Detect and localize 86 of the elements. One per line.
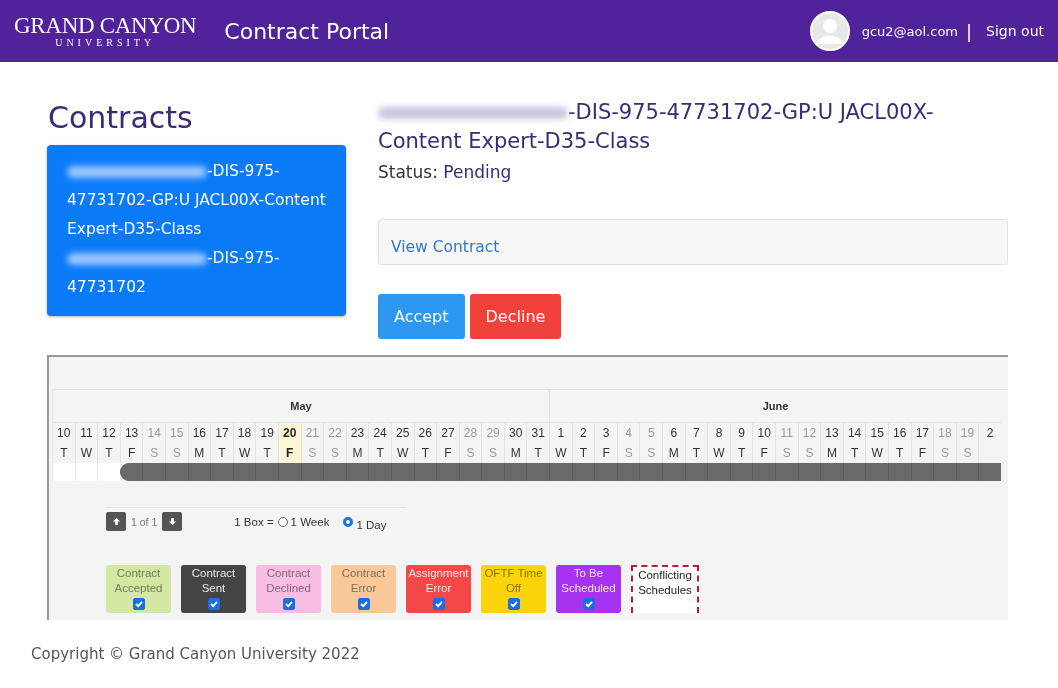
logo-wordmark: GRAND CANYON — [14, 14, 197, 37]
arrow-down-icon — [167, 517, 177, 526]
contract-list-item[interactable]: -DIS-975-47731702 — [67, 244, 330, 302]
day-number: 10 — [752, 422, 775, 443]
day-number: 8 — [707, 422, 730, 443]
day-number: 31 — [526, 422, 550, 443]
decline-button[interactable]: Decline — [469, 294, 562, 339]
day-number: 16 — [887, 422, 911, 443]
day-number: 7 — [684, 422, 708, 443]
status-value: Pending — [443, 162, 512, 182]
day-number: 29 — [481, 422, 504, 443]
user-email: gcu2@aol.com — [861, 23, 958, 39]
legend-checkbox[interactable] — [432, 598, 445, 610]
day-number: 5 — [639, 422, 663, 443]
day-number: 21 — [300, 422, 324, 443]
day-number: 12 — [797, 422, 821, 443]
box-scale-label: 1 Box = — [234, 515, 274, 528]
contracts-heading: Contracts — [48, 100, 194, 135]
day-number: 17 — [210, 422, 233, 443]
day-number: 18 — [232, 422, 256, 443]
legend-label: Assignment Error — [407, 566, 470, 596]
day-number: 19 — [255, 422, 278, 443]
legend-checkbox[interactable] — [282, 598, 295, 610]
legend-checkbox[interactable] — [507, 598, 520, 610]
day-number: 18 — [933, 422, 956, 443]
day-number: 6 — [662, 422, 685, 443]
day-number: 4 — [616, 422, 640, 443]
day-number: 24 — [368, 422, 391, 443]
separator: | — [966, 20, 973, 42]
day-number: 15 — [865, 422, 888, 443]
day-number: 27 — [436, 422, 459, 443]
day-number: 17 — [910, 422, 934, 443]
page-up-button[interactable] — [106, 512, 126, 531]
legend-checkbox[interactable] — [132, 598, 145, 610]
day-number: 1 — [549, 422, 572, 443]
accept-button[interactable]: Accept — [378, 294, 465, 339]
day-number: 2 — [978, 422, 1001, 443]
legend-label: Contract Error — [340, 566, 387, 596]
day-number: 9 — [729, 422, 753, 443]
day-number: 11 — [74, 422, 98, 443]
legend-label: To Be Scheduled — [560, 566, 617, 596]
scale-radio[interactable] — [277, 516, 288, 527]
day-of-week: F — [277, 443, 301, 463]
legend-label: Contract Sent — [190, 566, 237, 596]
sign-out-link[interactable]: Sign out — [986, 23, 1044, 39]
legend-checkbox[interactable] — [207, 598, 220, 610]
day-number: 2 — [571, 422, 595, 443]
day-number: 26 — [413, 422, 437, 443]
legend-checkbox[interactable] — [357, 598, 370, 610]
page-indicator: 1 of 1 — [131, 515, 158, 528]
contract-title: -DIS-975-47731702-GP:U JACL00X-Content Expert-D35-Class — [378, 99, 935, 155]
contract-list-item[interactable]: -DIS-975-47731702-GP:U JACL00X-Content Expert-D35-Class — [67, 157, 330, 244]
day-number: 10 — [52, 422, 75, 443]
day-number: 13 — [820, 422, 843, 443]
scale-radio[interactable] — [343, 516, 354, 527]
legend-label: Contract Accepted — [113, 566, 164, 596]
app-title: Contract Portal — [224, 18, 390, 44]
day-number: 28 — [458, 422, 482, 443]
day-number: 20 — [277, 422, 301, 443]
page-down-button[interactable] — [162, 512, 183, 531]
day-number: 30 — [503, 422, 527, 443]
day-number: 3 — [594, 422, 617, 443]
day-number: 22 — [323, 422, 346, 443]
scale-option-label: 1 Week — [290, 515, 330, 528]
status-label: Status: — [378, 162, 438, 182]
day-number: 14 — [842, 422, 866, 443]
day-number: 13 — [119, 422, 143, 443]
day-number: 19 — [955, 422, 979, 443]
day-number: 15 — [164, 422, 188, 443]
avatar-icon — [809, 11, 850, 51]
view-contract-link[interactable]: View Contract — [391, 238, 500, 256]
copyright-text: Copyright © Grand Canyon University 2022 — [30, 644, 361, 665]
day-number: 25 — [390, 422, 414, 443]
legend-label: Conflicting Schedules — [637, 568, 693, 598]
scale-option-label: 1 Day — [356, 518, 387, 531]
legend-label: OFTF Time Off — [483, 566, 544, 596]
day-number: 14 — [142, 422, 165, 443]
day-number: 12 — [97, 422, 120, 443]
arrow-up-icon — [111, 517, 121, 526]
logo-subtitle: UNIVERSITY — [55, 38, 156, 48]
month-header: June — [549, 390, 1001, 422]
legend-checkbox[interactable] — [582, 598, 595, 610]
day-number: 23 — [345, 422, 369, 443]
day-number: 16 — [187, 422, 211, 443]
day-number: 11 — [775, 422, 798, 443]
legend-label: Contract Declined — [265, 566, 312, 596]
